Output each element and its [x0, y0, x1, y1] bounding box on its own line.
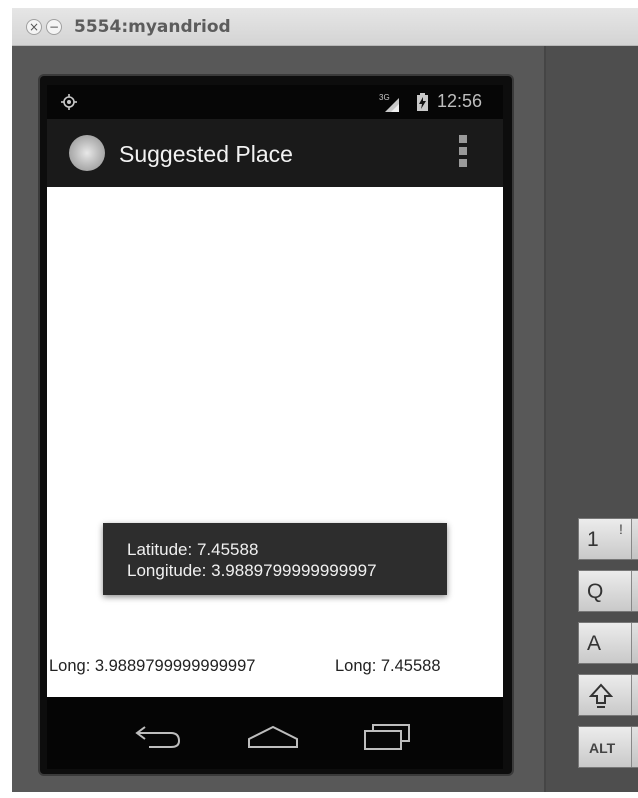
close-button[interactable]: ×: [26, 19, 42, 35]
signal-label: 3G: [379, 93, 390, 102]
key-q[interactable]: Q: [578, 570, 638, 612]
key-1-alt-label: !: [619, 521, 623, 537]
shift-icon: [589, 683, 613, 708]
navigation-bar: [47, 697, 503, 769]
app-title: Suggested Place: [119, 141, 293, 167]
status-clock: 12:56: [437, 91, 483, 111]
window-title: 5554:myandriod: [74, 17, 231, 37]
key-1-label: 1: [587, 528, 599, 551]
key-q-label: Q: [587, 580, 604, 603]
minimize-button[interactable]: −: [46, 19, 62, 35]
map-content-area[interactable]: Latitude: 7.45588 Longitude: 3.988979999…: [47, 187, 503, 697]
window-titlebar: × − 5554:myandriod: [12, 8, 638, 46]
key-1[interactable]: 1 !: [578, 518, 638, 560]
recent-apps-icon[interactable]: [359, 717, 415, 753]
signal-icon: 3G: [379, 93, 399, 112]
key-shift[interactable]: [578, 674, 638, 716]
battery-charging-icon: [417, 93, 428, 111]
key-alt-label: ALT: [589, 740, 616, 756]
back-icon[interactable]: [131, 717, 187, 753]
toast-longitude: Longitude: 3.9889799999999997: [127, 561, 377, 580]
overflow-menu-icon[interactable]: [459, 135, 469, 171]
app-icon[interactable]: [69, 135, 105, 171]
toast-latitude: Latitude: 7.45588: [127, 540, 259, 559]
key-a-label: A: [587, 632, 602, 655]
key-a[interactable]: A: [578, 622, 638, 664]
status-bar: 3G 12:56: [47, 85, 503, 119]
latitude-label: Long: 7.45588: [335, 657, 441, 675]
toast-message: Latitude: 7.45588 Longitude: 3.988979999…: [103, 523, 447, 595]
gps-icon: [61, 94, 77, 110]
home-icon[interactable]: [245, 717, 301, 753]
longitude-label: Long: 3.9889799999999997: [49, 657, 256, 675]
key-alt[interactable]: ALT: [578, 726, 638, 768]
action-bar: Suggested Place: [47, 119, 503, 187]
